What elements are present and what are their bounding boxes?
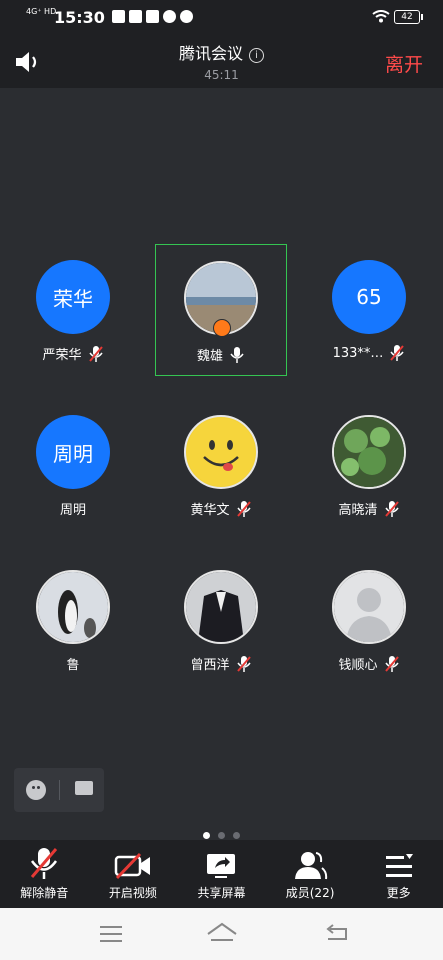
- leave-button[interactable]: 离开: [385, 50, 423, 77]
- participant-name: 黄华文: [190, 503, 230, 518]
- participant-tile[interactable]: 曾西洋: [155, 554, 287, 686]
- app-notification-icon: [129, 10, 142, 23]
- more-label: 更多: [386, 886, 411, 900]
- participant-tile[interactable]: 钱顺心: [303, 554, 435, 686]
- members-icon: [295, 852, 328, 880]
- share-screen-button[interactable]: 共享屏幕: [177, 840, 266, 908]
- meeting-title[interactable]: 腾讯会议: [179, 44, 243, 63]
- penguin-photo: [38, 572, 108, 642]
- participant-tile[interactable]: 高晓清: [303, 399, 435, 531]
- participant-name: 高晓清: [338, 503, 378, 518]
- wifi-icon: [372, 10, 390, 23]
- smiley-photo: [187, 418, 255, 486]
- network-indicator: 4G⁺ HD: [26, 7, 57, 16]
- mic-muted-icon: [390, 345, 405, 361]
- battery-icon: 42: [394, 10, 423, 24]
- page-dot[interactable]: [233, 832, 240, 839]
- emoji-icon[interactable]: [26, 780, 46, 800]
- video-label: 开启视频: [108, 886, 157, 900]
- meeting-toolbar: 解除静音 开启视频 共享屏幕 成员(22) 更多: [0, 840, 443, 908]
- members-button[interactable]: 成员(22): [266, 840, 355, 908]
- status-time: 15:30: [54, 8, 105, 27]
- mic-muted-icon: [236, 655, 251, 672]
- info-icon[interactable]: i: [249, 48, 264, 63]
- mic-muted-icon: [236, 500, 251, 517]
- participant-tile[interactable]: 黄华文: [155, 399, 287, 531]
- participant-tile[interactable]: 周明 周明: [7, 399, 139, 531]
- mic-muted-icon: [384, 655, 399, 672]
- divider: [59, 780, 60, 800]
- participant-name: 严荣华: [42, 348, 82, 363]
- app-notification-icon: [112, 10, 125, 23]
- avatar: [332, 570, 406, 644]
- mic-muted-icon: [31, 848, 58, 879]
- participant-name: 周明: [59, 503, 86, 518]
- participant-name: 魏雄: [196, 349, 223, 364]
- avatar: [332, 415, 406, 489]
- avatar: [184, 415, 258, 489]
- avatar: [184, 570, 258, 644]
- share-screen-icon: [207, 854, 236, 878]
- status-bar: 4G⁺ HD 15:30 42: [0, 0, 443, 34]
- participant-tile[interactable]: 65 133**…: [303, 244, 435, 376]
- unmute-button[interactable]: 解除静音: [0, 840, 89, 908]
- participant-name: 133**…: [332, 345, 384, 361]
- host-icon: [213, 319, 231, 337]
- participant-name: 曾西洋: [190, 658, 230, 673]
- mic-muted-icon: [88, 345, 103, 362]
- more-menu-icon: [385, 854, 413, 877]
- leaves-photo: [334, 417, 404, 487]
- mic-muted-icon: [384, 500, 399, 517]
- avatar: 周明: [36, 415, 110, 489]
- meeting-header: 腾讯会议 i 45:11 离开: [0, 34, 443, 88]
- avatar: [36, 570, 110, 644]
- avatar: 65: [332, 260, 406, 334]
- participant-name: 鲁: [66, 658, 80, 673]
- notification-icons: [112, 10, 193, 23]
- unmute-label: 解除静音: [20, 886, 69, 900]
- more-button[interactable]: 更多: [354, 840, 443, 908]
- qq-notification-icon: [180, 10, 193, 23]
- participant-tile[interactable]: 荣华 严荣华: [7, 244, 139, 376]
- back-icon[interactable]: [324, 924, 350, 942]
- share-screen-label: 共享屏幕: [197, 886, 246, 900]
- reaction-bar: [14, 768, 104, 812]
- app-notification-icon: [146, 10, 159, 23]
- menu-icon[interactable]: [100, 926, 122, 942]
- chat-icon[interactable]: [75, 781, 93, 795]
- participant-name: 钱顺心: [338, 658, 378, 673]
- page-dot[interactable]: [218, 832, 225, 839]
- participant-tile[interactable]: 鲁: [7, 554, 139, 686]
- default-avatar-icon: [334, 572, 404, 642]
- participant-tile-active[interactable]: 魏雄: [155, 244, 287, 376]
- video-off-icon: [114, 852, 150, 880]
- system-nav-bar: [0, 908, 443, 960]
- members-label: 成员(22): [285, 886, 335, 900]
- message-notification-icon: [163, 10, 176, 23]
- video-button[interactable]: 开启视频: [89, 840, 178, 908]
- meeting-timer: 45:11: [204, 68, 239, 82]
- mic-on-icon: [230, 346, 244, 363]
- avatar: 荣华: [36, 260, 110, 334]
- suit-photo: [186, 572, 256, 642]
- page-dot[interactable]: [203, 832, 210, 839]
- home-icon[interactable]: [206, 922, 238, 944]
